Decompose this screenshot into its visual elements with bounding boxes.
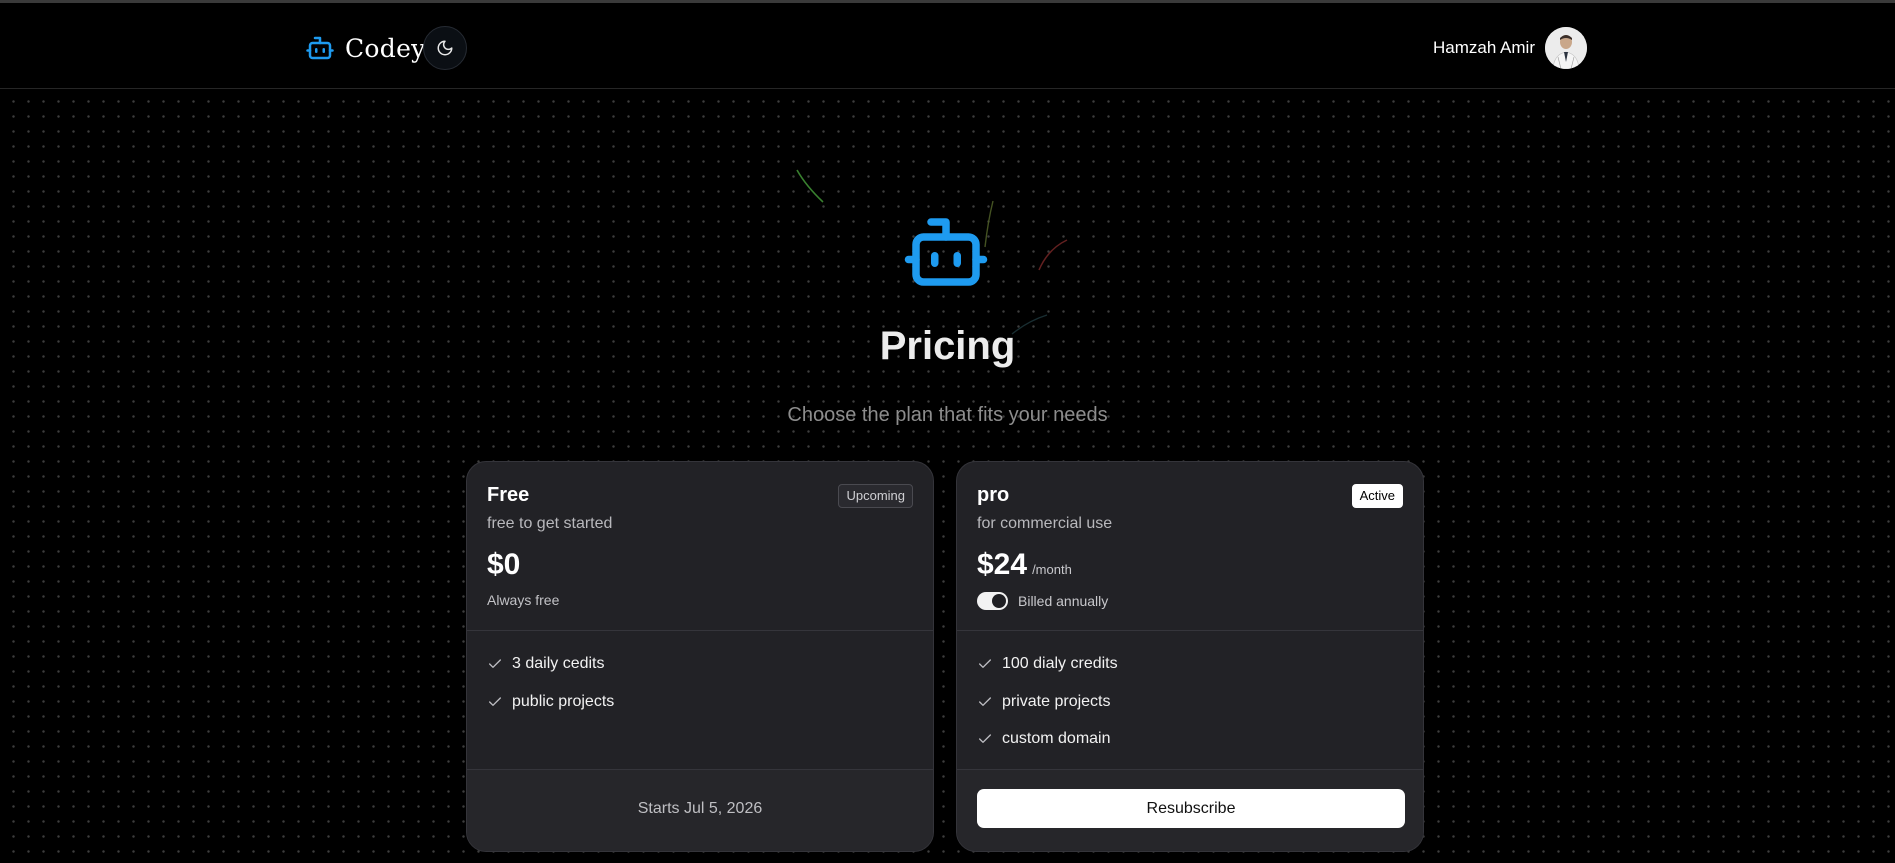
list-item: private projects <box>977 691 1423 713</box>
plan-description: free to get started <box>487 515 613 532</box>
moon-icon <box>437 40 453 56</box>
brand-name: Codey <box>345 33 426 63</box>
plan-card-pro: pro Active for commercial use $24 /month… <box>956 461 1424 852</box>
plan-card-footer: Resubscribe <box>957 770 1423 851</box>
status-badge: Active <box>1351 484 1403 508</box>
price-amount: $0 <box>487 548 521 581</box>
plan-card-footer: Starts Jul 5, 2026 <box>467 770 933 851</box>
price-note: Always free <box>487 592 560 608</box>
brand-link[interactable]: Codey <box>305 28 426 68</box>
pricing-section: Pricing Choose the plan that fits your n… <box>0 89 1895 863</box>
page-subtitle: Choose the plan that fits your needs <box>787 404 1108 426</box>
billing-toggle-row: Billed annually <box>977 592 1108 610</box>
billing-label: Billed annually <box>1018 593 1109 609</box>
feature-list: 100 dialy credits private projects custo… <box>957 631 1423 770</box>
feature-text: public projects <box>512 692 615 710</box>
page-title: Pricing <box>879 324 1016 368</box>
user-menu[interactable]: Hamzah Amir <box>1433 27 1587 69</box>
plan-name: Free <box>487 484 530 506</box>
user-name: Hamzah Amir <box>1432 38 1535 57</box>
theme-toggle-button[interactable] <box>423 26 467 70</box>
check-icon <box>489 659 501 668</box>
plan-price: $0 <box>487 548 520 582</box>
list-item: 100 dialy credits <box>977 653 1423 675</box>
navbar: Codey Hamzah Amir <box>0 3 1895 89</box>
feature-text: 100 dialy credits <box>1002 655 1118 672</box>
check-icon <box>979 696 991 706</box>
feature-text: private projects <box>1002 692 1111 710</box>
switch-knob <box>992 594 1006 608</box>
list-item: public projects <box>487 691 933 713</box>
price-amount: $24 <box>977 548 1028 581</box>
check-icon <box>489 696 501 706</box>
plan-card-free: Free Upcoming free to get started $0 Alw… <box>466 461 934 852</box>
feature-list: 3 daily cedits public projects <box>467 631 933 770</box>
check-icon <box>979 659 991 668</box>
billing-annual-switch[interactable] <box>977 592 1008 610</box>
decorative-streaks <box>796 169 1068 335</box>
plan-description: for commercial use <box>977 515 1113 532</box>
plan-card-header: pro Active for commercial use $24 /month… <box>957 462 1423 631</box>
list-item: custom domain <box>977 728 1423 750</box>
plan-price: $24 /month <box>977 548 1072 582</box>
plan-card-header: Free Upcoming free to get started $0 Alw… <box>467 462 933 631</box>
check-icon <box>979 734 991 743</box>
plan-name: pro <box>977 484 1010 506</box>
status-badge: Upcoming <box>838 484 913 508</box>
avatar[interactable] <box>1545 27 1587 69</box>
feature-text: 3 daily cedits <box>512 655 605 672</box>
list-item: 3 daily cedits <box>487 653 933 675</box>
bot-icon <box>904 218 988 286</box>
feature-text: custom domain <box>1002 730 1111 747</box>
resubscribe-button[interactable]: Resubscribe <box>977 789 1405 828</box>
price-period: /month <box>1032 562 1072 577</box>
start-date-text: Starts Jul 5, 2026 <box>637 800 763 817</box>
bot-icon <box>306 36 334 60</box>
